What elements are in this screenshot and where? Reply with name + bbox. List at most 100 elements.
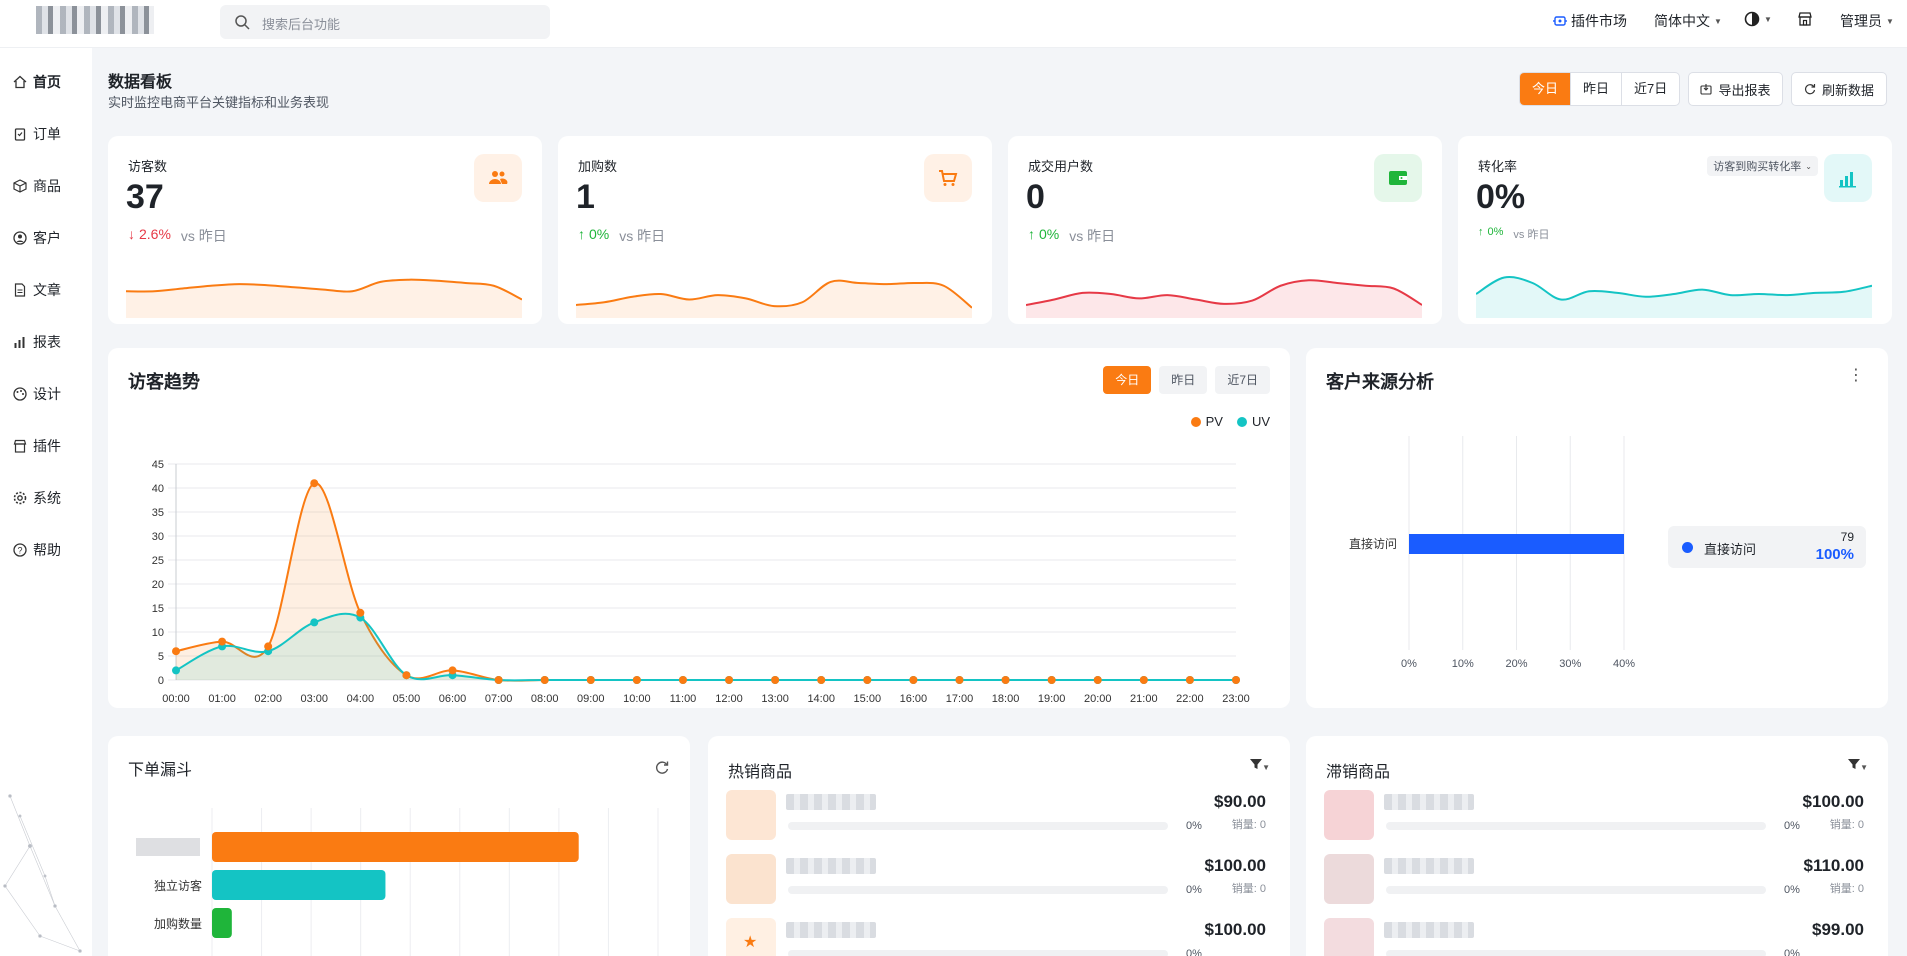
kpi-value: 0% (1476, 178, 1526, 216)
conversion-type-select[interactable]: 访客到购买转化率 ⌄ (1707, 156, 1818, 176)
sidebar-item-label: 系统 (33, 490, 61, 506)
product-sales: 销量: 0 (1829, 819, 1864, 831)
sidebar-item[interactable]: 首页 (0, 64, 92, 100)
plugin-market-link[interactable]: 插件市场 (1553, 11, 1627, 31)
sidebar-item[interactable]: 订单 (0, 116, 92, 152)
product-price: $99.00 (1812, 920, 1864, 939)
sidebar-item[interactable]: 系统 (0, 480, 92, 516)
sidebar-item[interactable]: 报表 (0, 324, 92, 360)
kpi-value: 1 (576, 178, 595, 216)
funnel-bar[interactable] (212, 870, 386, 900)
cart-icon (939, 170, 958, 186)
wallet-icon (1389, 171, 1407, 185)
data-point-pv[interactable] (172, 647, 180, 656)
source-legend-item[interactable]: 直接访问 79 100% (1668, 526, 1866, 568)
sidebar-item[interactable]: 商品 (0, 168, 92, 204)
x-tick-label: 08:00 (531, 693, 559, 705)
data-point-pv[interactable] (632, 676, 641, 684)
product-thumbnail (1324, 790, 1374, 840)
source-legend-label: 直接访问 (1704, 542, 1757, 557)
data-point-pv[interactable] (448, 666, 457, 675)
data-point-pv[interactable] (678, 676, 687, 684)
filter-icon (1848, 759, 1861, 769)
data-point-pv[interactable] (356, 608, 365, 617)
sidebar-item[interactable]: 插件 (0, 428, 92, 464)
store-button[interactable] (1797, 11, 1813, 27)
language-select[interactable]: 简体中文 ▼ (1654, 11, 1722, 31)
product-percent: 0% (1186, 820, 1202, 832)
data-point-pv[interactable] (402, 671, 411, 680)
data-point-pv[interactable] (1001, 676, 1010, 684)
product-progress-bar (788, 886, 1168, 894)
chevron-down-icon: ▼ (1764, 14, 1772, 24)
funnel-bar[interactable] (212, 908, 232, 938)
x-tick-label: 23:00 (1222, 693, 1250, 705)
data-point-pv[interactable] (725, 676, 734, 684)
refresh-data-button[interactable]: 刷新数据 (1791, 72, 1887, 106)
sidebar-item[interactable]: 客户 (0, 220, 92, 256)
product-row[interactable]: 0% $100.00 销量: 0 (726, 854, 1266, 916)
range-yesterday-button[interactable]: 昨日 (1571, 73, 1623, 105)
data-point-pv[interactable] (863, 676, 872, 684)
data-point-pv[interactable] (218, 637, 227, 646)
logo[interactable] (36, 6, 154, 34)
home-icon (13, 75, 27, 89)
product-row[interactable]: ★ 0% $100.00 (726, 918, 1266, 956)
data-point-uv[interactable] (310, 618, 319, 627)
kpi-vs-label: vs 昨日 (1069, 228, 1116, 244)
page-subtitle: 实时监控电商平台关键指标和业务表现 (108, 95, 330, 110)
data-point-pv[interactable] (1232, 676, 1240, 684)
range-7days-button[interactable]: 近7日 (1622, 73, 1679, 105)
data-point-pv[interactable] (264, 642, 273, 651)
sidebar-item[interactable]: 文章 (0, 272, 92, 308)
kpi-comparison: ↑ 0% vs 昨日 (1028, 226, 1115, 246)
product-row[interactable]: 0% $99.00 (1324, 918, 1864, 956)
x-tick-label: 13:00 (761, 693, 789, 705)
data-point-pv[interactable] (1093, 676, 1102, 684)
filter-dropdown[interactable]: ▼ (1250, 758, 1270, 773)
product-thumbnail (726, 790, 776, 840)
source-legend-percent: 100% (1815, 546, 1854, 563)
funnel-label: 加购数量 (154, 916, 202, 931)
data-point-pv[interactable] (817, 676, 826, 684)
user-menu[interactable]: 管理员 ▼ (1840, 11, 1894, 31)
data-point-pv[interactable] (1047, 676, 1056, 684)
search-input[interactable]: 搜索后台功能 (220, 5, 550, 39)
product-progress-bar (1386, 822, 1766, 830)
product-row[interactable]: 0% $110.00 销量: 0 (1324, 854, 1864, 916)
data-point-uv[interactable] (172, 666, 180, 675)
data-point-pv[interactable] (494, 676, 503, 684)
sidebar-item[interactable]: ? 帮助 (0, 532, 92, 568)
page-title: 数据看板 (108, 74, 173, 91)
data-point-pv[interactable] (540, 676, 549, 684)
data-point-pv[interactable] (1139, 676, 1148, 684)
y-tick-label: 45 (152, 459, 164, 471)
product-name-redacted (786, 794, 876, 810)
x-tick-label: 09:00 (577, 693, 605, 705)
data-point-pv[interactable] (586, 676, 595, 684)
sidebar-item-label: 客户 (33, 230, 61, 246)
kpi-vs-label: vs 昨日 (180, 228, 227, 244)
theme-toggle[interactable]: ▼ (1744, 11, 1772, 27)
chevron-down-icon: ▼ (1860, 763, 1868, 772)
source-bar[interactable] (1409, 534, 1624, 554)
product-thumbnail: ★ (726, 918, 776, 956)
x-tick-label: 17:00 (946, 693, 974, 705)
filter-dropdown[interactable]: ▼ (1848, 758, 1868, 773)
data-point-pv[interactable] (310, 479, 319, 488)
export-report-button[interactable]: 导出报表 (1688, 72, 1783, 106)
sidebar-item[interactable]: 设计 (0, 376, 92, 412)
y-tick-label: 15 (152, 603, 164, 615)
funnel-bar[interactable] (212, 832, 579, 862)
product-row[interactable]: 0% $90.00 销量: 0 (726, 790, 1266, 852)
plugin-market-label: 插件市场 (1571, 13, 1627, 29)
kpi-icon-box (1824, 154, 1872, 202)
x-tick-label: 15:00 (854, 693, 882, 705)
data-point-pv[interactable] (1185, 676, 1194, 684)
range-today-button[interactable]: 今日 (1520, 73, 1572, 105)
product-row[interactable]: 0% $100.00 销量: 0 (1324, 790, 1864, 852)
x-tick-label: 30% (1559, 658, 1581, 670)
data-point-pv[interactable] (955, 676, 964, 684)
data-point-pv[interactable] (771, 676, 780, 684)
data-point-pv[interactable] (909, 676, 918, 684)
